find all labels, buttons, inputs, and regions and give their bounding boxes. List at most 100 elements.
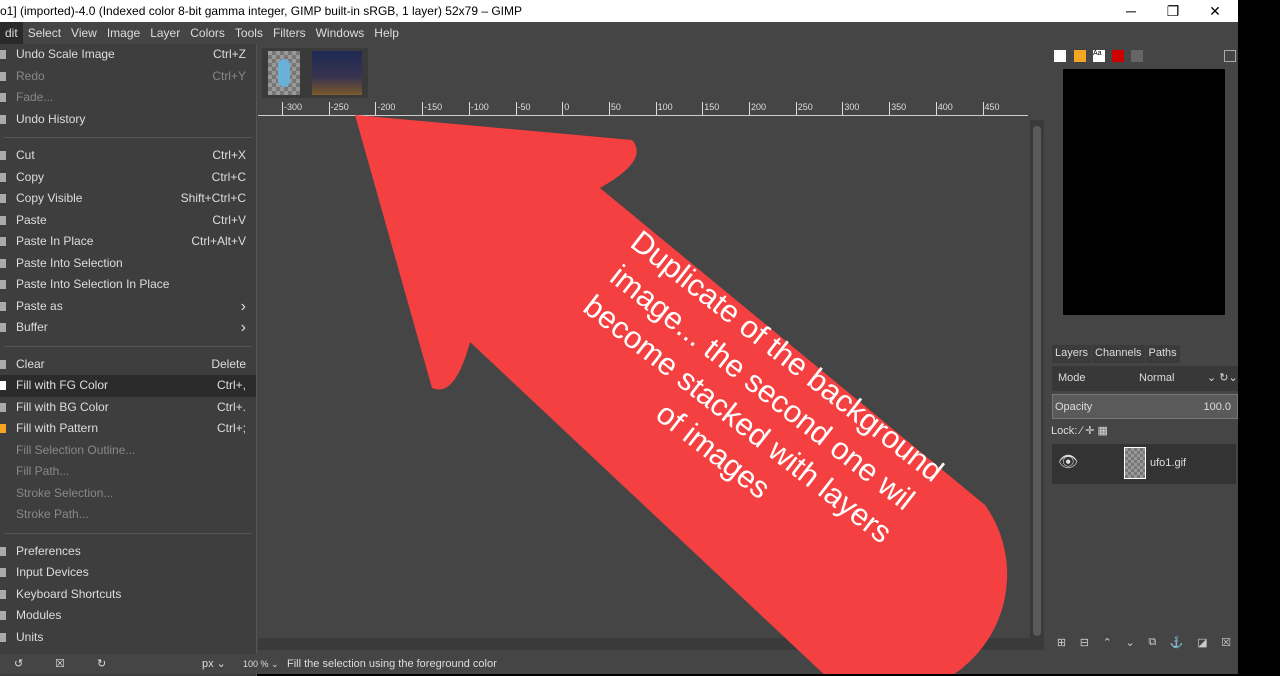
menu-item-paste[interactable]: Paste Ctrl+V: [0, 210, 256, 232]
menu-item-fill-with-pattern[interactable]: Fill with Pattern Ctrl+;: [0, 418, 256, 440]
menu-item-paste-into-selection-in-place[interactable]: Paste Into Selection In Place: [0, 274, 256, 296]
mode-label: Mode: [1058, 372, 1086, 384]
redo-icon[interactable]: ↻: [97, 654, 106, 674]
menu-dit[interactable]: dit: [0, 22, 23, 44]
fade-icon: [0, 93, 6, 102]
colors-tab-icon[interactable]: [1112, 50, 1124, 62]
image-tab-ufo[interactable]: [268, 51, 300, 95]
menu-view[interactable]: View: [66, 22, 102, 44]
zoom-select[interactable]: 100 % ⌄: [243, 654, 279, 674]
maximize-button[interactable]: ❐: [1150, 0, 1196, 22]
menu-item-stroke-selection[interactable]: Stroke Selection...: [0, 483, 256, 505]
menu-item-fade[interactable]: Fade...: [0, 87, 256, 109]
copy-visible-icon: [0, 194, 6, 203]
font-tab-icon[interactable]: Aa: [1093, 50, 1105, 62]
horizontal-scrollbar[interactable]: [258, 638, 1030, 650]
menu-item-clear[interactable]: Clear Delete: [0, 354, 256, 376]
canvas-area[interactable]: [258, 117, 1028, 637]
ruler-tick: 250: [795, 102, 813, 115]
menu-image[interactable]: Image: [102, 22, 145, 44]
menu-item-paste-into-selection[interactable]: Paste Into Selection: [0, 253, 256, 275]
menu-item-modules[interactable]: Modules: [0, 605, 256, 627]
menu-windows[interactable]: Windows: [311, 22, 370, 44]
brush-tab-icon[interactable]: [1054, 50, 1066, 62]
horizontal-ruler: -300 -250 -200 -150 -100 -50 0 50 100 150 200 250 30…: [258, 100, 1028, 116]
edit-menu: Undo Scale Image Ctrl+Z Redo Ctrl+Y Fade... U…: [0, 44, 257, 676]
menu-item-copy[interactable]: Copy Ctrl+C: [0, 167, 256, 189]
menu-item-fill-selection-outline[interactable]: Fill Selection Outline...: [0, 440, 256, 462]
menu-colors[interactable]: Colors: [185, 22, 230, 44]
menu-item-shortcut: Ctrl+,: [216, 378, 246, 392]
lock-alpha-icon[interactable]: ▦: [1098, 425, 1108, 437]
zoom-value: 100 %: [243, 659, 269, 669]
layers-tabs: Layers Channels Paths: [1052, 345, 1232, 363]
menu-item-fill-with-bg-color[interactable]: Fill with BG Color Ctrl+.: [0, 397, 256, 419]
menu-item-paste-as[interactable]: Paste as ›: [0, 296, 256, 318]
navigation-preview[interactable]: [1063, 69, 1225, 315]
menu-help[interactable]: Help: [369, 22, 404, 44]
menu-item-stroke-path[interactable]: Stroke Path...: [0, 504, 256, 526]
menu-select[interactable]: Select: [23, 22, 66, 44]
menu-item-cut[interactable]: Cut Ctrl+X: [0, 145, 256, 167]
delete-icon[interactable]: ☒: [1221, 636, 1231, 652]
input-devices-icon: [0, 568, 6, 577]
layer-row[interactable]: 👁 ufo1.gif: [1052, 444, 1236, 484]
menu-layer[interactable]: Layer: [145, 22, 185, 44]
panel-menu-icon[interactable]: [1224, 50, 1236, 62]
menu-separator: [4, 532, 252, 534]
unit-select[interactable]: px ⌄: [202, 654, 226, 674]
menu-item-units[interactable]: Units: [0, 627, 256, 649]
mode-select[interactable]: Mode Normal ⌄ ↻⌄: [1052, 366, 1238, 391]
menu-item-keyboard-shortcuts[interactable]: Keyboard Shortcuts: [0, 584, 256, 606]
menu-item-label: Input Devices: [16, 565, 89, 579]
menu-item-redo[interactable]: Redo Ctrl+Y: [0, 66, 256, 88]
menu-item-label: Fill with Pattern: [16, 421, 99, 435]
close-button[interactable]: ✕: [1192, 0, 1238, 22]
right-dock: Aa Layers Channels Paths Mode Normal ⌄ ↻…: [1048, 22, 1238, 674]
lower-icon[interactable]: ⌄: [1125, 636, 1134, 652]
status-bar: ↺ ☒ ↻ px ⌄ 100 % ⌄ Fill the selection us…: [0, 654, 1050, 674]
mask-icon[interactable]: ◪: [1197, 636, 1207, 652]
gimp-window: dit Select View Image Layer Colors Tools Filter…: [0, 22, 1238, 676]
menu-item-undo-history[interactable]: Undo History: [0, 109, 256, 131]
menu-item-label: Paste as: [16, 298, 63, 313]
navigation-tab-icon[interactable]: [1131, 50, 1143, 62]
menu-separator: [4, 345, 252, 347]
layer-thumbnail: [1124, 447, 1146, 479]
clear-icon[interactable]: ☒: [55, 654, 65, 674]
layers-toolbar: ⊞ ⊟ ⌃ ⌄ ⧉ ⚓ ◪ ☒: [1050, 636, 1238, 652]
tab-paths[interactable]: Paths: [1145, 345, 1180, 363]
menu-item-copy-visible[interactable]: Copy Visible Shift+Ctrl+C: [0, 188, 256, 210]
menu-item-label: Paste Into Selection In Place: [16, 277, 170, 291]
menu-item-shortcut: Shift+Ctrl+C: [180, 191, 246, 205]
menu-item-undo-scale-image[interactable]: Undo Scale Image Ctrl+Z: [0, 44, 256, 66]
tab-layers[interactable]: Layers: [1052, 345, 1092, 363]
menu-item-buffer[interactable]: Buffer ›: [0, 317, 256, 339]
menu-item-label: Fill with FG Color: [16, 378, 109, 392]
new-layer-icon[interactable]: ⊞: [1057, 636, 1066, 652]
opacity-slider[interactable]: Opacity 100.0: [1052, 394, 1238, 419]
menu-item-label: Fill with BG Color: [16, 399, 109, 414]
lock-position-icon[interactable]: ✛: [1085, 425, 1097, 437]
minimize-button[interactable]: ─: [1108, 0, 1154, 22]
anchor-icon[interactable]: ⚓: [1170, 636, 1184, 652]
tab-channels[interactable]: Channels: [1092, 345, 1145, 363]
menu-item-fill-path[interactable]: Fill Path...: [0, 461, 256, 483]
menu-item-input-devices[interactable]: Input Devices: [0, 562, 256, 584]
menu-item-fill-with-fg-color[interactable]: Fill with FG Color Ctrl+,: [0, 375, 256, 397]
ruler-tick: 100: [655, 102, 673, 115]
menu-tools[interactable]: Tools: [230, 22, 268, 44]
new-group-icon[interactable]: ⊟: [1080, 636, 1089, 652]
image-tab-city[interactable]: [312, 51, 362, 95]
menu-filters[interactable]: Filters: [268, 22, 311, 44]
menu-item-shortcut: Ctrl+Y: [212, 68, 246, 83]
ufo-thumbnail: [278, 59, 290, 87]
duplicate-icon[interactable]: ⧉: [1148, 636, 1156, 652]
vertical-scrollbar[interactable]: [1030, 120, 1044, 650]
eye-icon[interactable]: 👁: [1058, 452, 1078, 472]
pattern-tab-icon[interactable]: [1074, 50, 1086, 62]
undo-icon[interactable]: ↺: [14, 654, 23, 674]
menu-item-paste-in-place[interactable]: Paste In Place Ctrl+Alt+V: [0, 231, 256, 253]
menu-item-preferences[interactable]: Preferences: [0, 541, 256, 563]
raise-icon[interactable]: ⌃: [1103, 636, 1112, 652]
